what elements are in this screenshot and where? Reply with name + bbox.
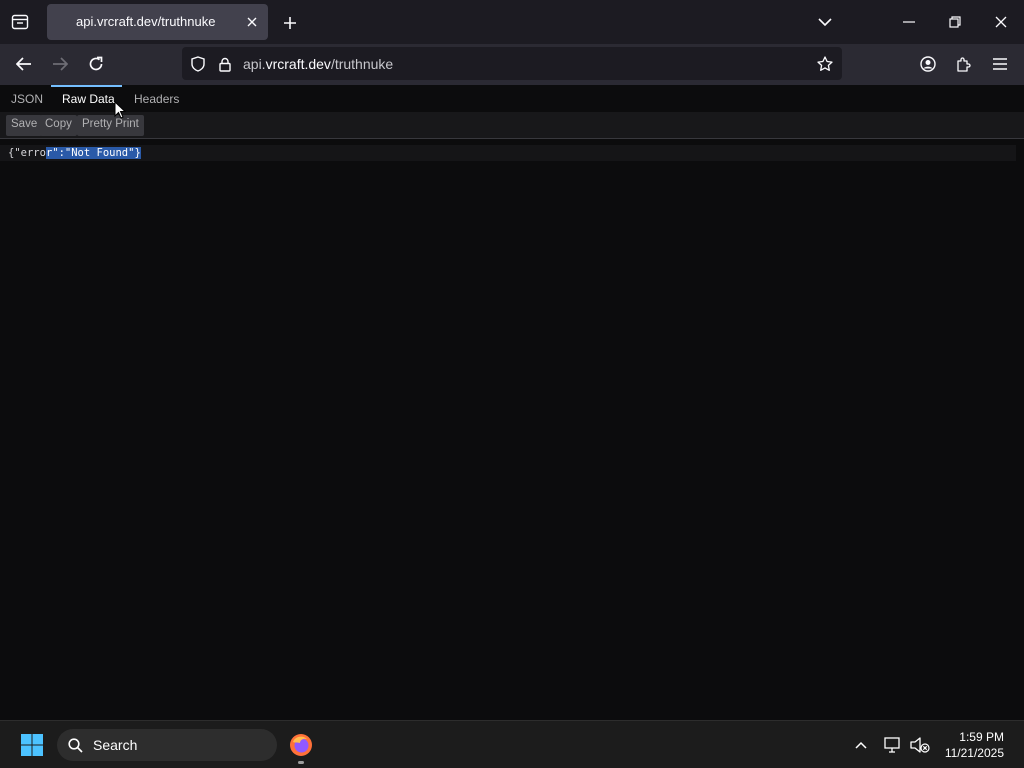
windows-start-icon[interactable] [18,732,46,758]
bookmark-star-icon[interactable] [815,54,835,74]
new-tab-icon[interactable] [280,13,300,33]
active-tab-indicator [51,85,122,87]
tab-json[interactable]: JSON [11,92,43,106]
restore-icon[interactable] [944,12,966,32]
app-menu-icon[interactable] [989,53,1011,75]
url-host: vrcraft.dev [265,56,331,72]
tab-headers[interactable]: Headers [134,92,179,106]
windows-taskbar: Search 1:59 PM 11/21/2025 [0,720,1024,768]
raw-data-unselected: {"erro [8,147,46,159]
close-window-icon[interactable] [990,12,1012,32]
json-viewer: JSON Raw Data Headers Save Copy Pretty P… [0,85,1024,720]
reload-icon[interactable] [85,53,107,75]
clock-date: 11/21/2025 [944,746,1004,760]
firefox-running-indicator [298,761,304,764]
taskbar-search[interactable]: Search [57,729,277,761]
url-bar[interactable]: api.vrcraft.dev/truthnuke [182,47,842,80]
search-label: Search [93,737,138,753]
pretty-print-button[interactable]: Pretty Print [77,115,144,136]
raw-data-text[interactable]: {"error":"Not Found"} [8,147,141,159]
back-icon[interactable] [13,53,35,75]
minimize-icon[interactable] [898,12,920,32]
viewer-toolbar: Save Copy Pretty Print [0,112,1024,139]
url-subdomain: api. [243,56,266,72]
raw-data-selection: r":"Not Found"} [45,147,141,159]
raw-data-line[interactable]: {"error":"Not Found"} [0,145,1016,161]
tracking-protection-shield-icon[interactable] [188,54,208,74]
show-hidden-icons-chevron-icon[interactable] [852,736,870,754]
extensions-icon[interactable] [953,53,975,75]
forward-icon[interactable] [49,53,71,75]
url-text[interactable]: api.vrcraft.dev/truthnuke [243,56,393,72]
system-clock[interactable]: 1:59 PM 11/21/2025 [945,729,1004,761]
tab-raw-data[interactable]: Raw Data [62,92,115,106]
browser-tab[interactable]: api.vrcraft.dev/truthnuke [47,4,268,40]
tab-strip: api.vrcraft.dev/truthnuke [0,0,1024,44]
save-button[interactable]: Save [6,115,43,136]
viewer-tabs: JSON Raw Data Headers [0,85,1024,112]
lock-icon[interactable] [215,54,235,74]
list-all-tabs-icon[interactable] [815,12,835,32]
mouse-cursor-icon [114,100,127,124]
tab-close-icon[interactable] [243,13,261,31]
account-icon[interactable] [917,53,939,75]
volume-muted-icon[interactable] [909,735,931,755]
clock-time: 1:59 PM [959,730,1004,744]
navigation-toolbar: api.vrcraft.dev/truthnuke [0,44,1024,85]
url-path: /truthnuke [330,56,394,72]
firefox-taskbar-icon[interactable] [287,731,315,759]
copy-button[interactable]: Copy [40,115,77,136]
search-icon [67,737,83,753]
firefox-view-icon[interactable] [8,11,32,33]
tab-title: api.vrcraft.dev/truthnuke [76,14,216,29]
network-icon[interactable] [883,735,903,755]
